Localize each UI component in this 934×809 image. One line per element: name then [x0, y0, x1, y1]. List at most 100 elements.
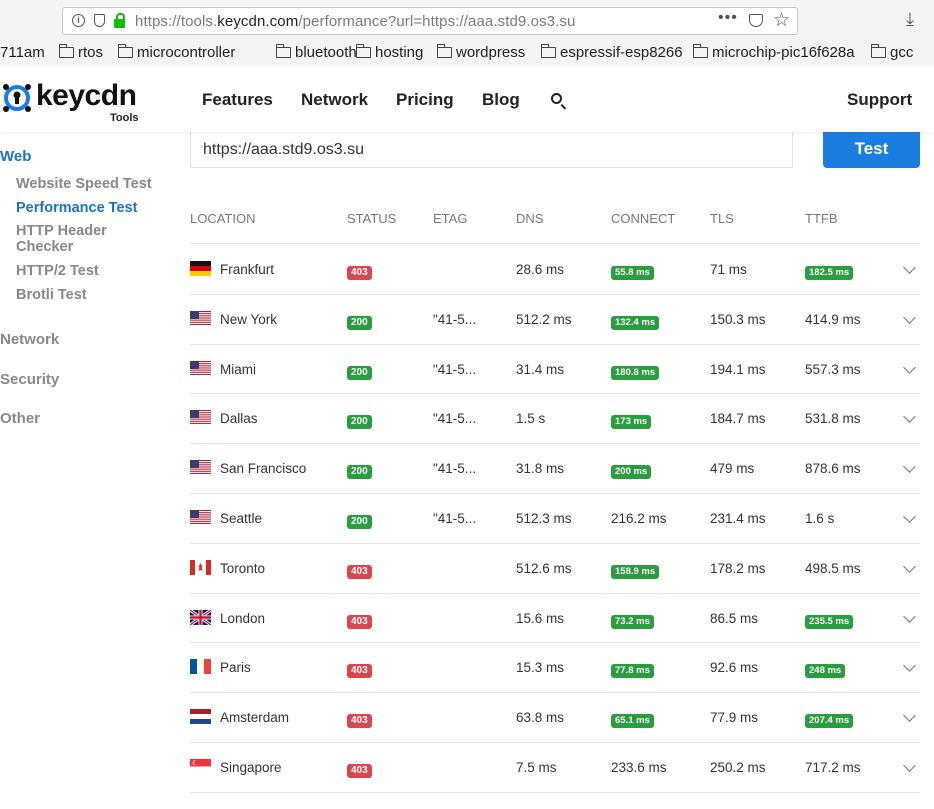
chevron-down-icon[interactable] — [903, 261, 916, 274]
search-icon[interactable] — [551, 93, 562, 104]
chevron-down-icon[interactable] — [903, 659, 916, 673]
table-divider — [190, 294, 920, 295]
connect-badge: 77.8 ms — [611, 664, 654, 679]
table-row[interactable]: San Francisco 200 "41-5... 31.8 ms 200 ms 479… — [190, 460, 920, 510]
location-cell: Amsterdam — [220, 710, 290, 726]
column-header-etag: ETAG — [433, 211, 468, 226]
sidebar-security[interactable]: Security — [0, 371, 59, 388]
star-icon[interactable]: ☆ — [773, 9, 790, 32]
chevron-down-icon[interactable] — [903, 410, 916, 424]
sidebar-other[interactable]: Other — [0, 410, 40, 427]
status-badge: 200 — [347, 465, 372, 480]
sidebar-item-brotli-test[interactable]: Brotli Test — [16, 287, 87, 303]
sidebar-web[interactable]: Web — [0, 148, 31, 165]
tls-cell: 150.3 ms — [710, 311, 766, 327]
download-icon[interactable]: ⤓ — [906, 9, 914, 30]
shield-icon[interactable] — [94, 14, 105, 27]
bookmark-item[interactable]: wordpress — [436, 44, 526, 61]
flag-sg-icon — [190, 759, 211, 774]
tls-cell: 250.2 ms — [710, 760, 766, 775]
bookmarks-bar: 711am rtos microcontroller bluetooth hosting… — [0, 41, 934, 67]
chevron-down-icon[interactable] — [903, 360, 916, 374]
bookmark-item[interactable]: bluetooth — [275, 44, 357, 61]
bookmark-label: gcc — [890, 44, 914, 61]
sidebar-item-performance-test[interactable]: Performance Test — [16, 200, 137, 216]
ttfb-cell: 878.6 ms — [805, 461, 861, 477]
folder-icon — [58, 44, 74, 58]
nav-network[interactable]: Network — [301, 90, 368, 110]
address-text[interactable]: https://tools.keycdn.com/performance?url… — [135, 13, 575, 30]
bookmark-item[interactable]: 711am — [0, 44, 45, 61]
chevron-down-icon[interactable] — [903, 759, 916, 772]
chevron-down-icon[interactable] — [903, 510, 916, 523]
tls-cell: 92.6 ms — [710, 660, 759, 676]
dns-cell: 31.8 ms — [516, 461, 565, 477]
flag-gb-icon — [190, 609, 211, 625]
chevron-down-icon[interactable] — [903, 559, 916, 573]
table-row[interactable]: Paris 403 15.3 ms 77.8 ms 92.6 ms 248 ms — [190, 659, 920, 709]
chevron-down-icon[interactable] — [903, 460, 916, 474]
connect-badge: 180.8 ms — [611, 365, 660, 380]
table-row[interactable]: London 403 15.6 ms 73.2 ms 86.5 ms 235.5 ms — [190, 609, 920, 660]
tls-cell: 86.5 ms — [710, 610, 759, 626]
etag-cell: "41-5... — [433, 311, 477, 327]
etag-cell: "41-5... — [433, 361, 477, 377]
table-row[interactable]: Miami 200 "41-5... 31.4 ms 180.8 ms 194.1 ms 5… — [190, 360, 920, 411]
sidebar-item-http2-test[interactable]: HTTP/2 Test — [16, 263, 99, 279]
lock-icon[interactable] — [114, 13, 125, 28]
ttfb-cell: 1.6 s — [805, 511, 835, 526]
nav-blog[interactable]: Blog — [482, 90, 520, 110]
bookmark-item[interactable]: gcc — [870, 44, 914, 61]
table-divider — [190, 642, 920, 643]
address-bar[interactable]: i https://tools.keycdn.com/performance?u… — [62, 7, 798, 35]
tls-cell: 231.4 ms — [710, 511, 766, 526]
chevron-down-icon[interactable] — [903, 609, 916, 623]
logo-wordmark[interactable]: keycdn — [36, 79, 137, 113]
sidebar-network[interactable]: Network — [0, 331, 59, 348]
location-cell: Toronto — [220, 560, 266, 576]
table-row[interactable]: Dallas 200 "41-5... 1.5 s 173 ms 184.7 ms 531.… — [190, 410, 920, 460]
bookmark-label: wordpress — [456, 44, 526, 61]
nav-features[interactable]: Features — [202, 90, 273, 110]
site-header: keycdn Tools Features Network Pricing Bl… — [0, 66, 934, 132]
ttfb-cell: 531.8 ms — [805, 411, 861, 427]
location-cell: New York — [220, 311, 278, 327]
url-input[interactable]: https://aaa.std9.os3.su — [190, 132, 793, 168]
location-cell: Paris — [220, 660, 251, 676]
bookmark-item[interactable]: microchip-pic16f628a — [692, 44, 855, 61]
location-cell: Dallas — [220, 411, 258, 427]
table-row[interactable]: Amsterdam 403 63.8 ms 65.1 ms 77.9 ms 207.4 m… — [190, 709, 920, 759]
bookmark-item[interactable]: espressif-esp8266 — [540, 44, 683, 61]
flag-nl-icon — [190, 709, 211, 725]
info-icon[interactable]: i — [72, 14, 85, 27]
chevron-down-icon[interactable] — [903, 709, 916, 723]
table-row[interactable]: Seattle 200 "41-5... 512.3 ms 216.2 ms 231.4 … — [190, 510, 920, 560]
sidebar-item-http-header-checker[interactable]: HTTP Header Checker — [16, 223, 126, 255]
bookmark-item[interactable]: hosting — [355, 44, 423, 61]
nav-pricing[interactable]: Pricing — [396, 90, 454, 110]
bookmark-item[interactable]: rtos — [58, 44, 103, 61]
nav-support[interactable]: Support — [847, 90, 912, 110]
keycdn-logo-icon[interactable] — [2, 83, 32, 113]
url-prefix: https://tools. — [135, 13, 218, 30]
pocket-icon[interactable] — [749, 14, 763, 27]
dns-cell: 1.5 s — [516, 411, 546, 427]
ttfb-badge: 248 ms — [805, 664, 846, 679]
bookmark-item[interactable]: microcontroller — [117, 44, 235, 61]
connect-badge: 200 ms — [611, 465, 652, 480]
table-row[interactable]: Toronto 403 512.6 ms 158.9 ms 178.2 ms 498.5 … — [190, 559, 920, 610]
table-row[interactable]: Singapore 403 7.5 ms 233.6 ms 250.2 ms 717.2 … — [190, 759, 920, 809]
test-button[interactable]: Test — [823, 132, 920, 168]
connect-badge: 55.8 ms — [611, 266, 654, 280]
chevron-down-icon[interactable] — [903, 310, 916, 324]
ttfb-cell: 717.2 ms — [805, 760, 861, 775]
table-row[interactable]: New York 200 "41-5... 512.2 ms 132.4 ms 150.3… — [190, 310, 920, 361]
sidebar-item-website-speed-test[interactable]: Website Speed Test — [16, 176, 152, 192]
bookmark-label: microchip-pic16f628a — [712, 44, 855, 61]
connect-badge: 73.2 ms — [611, 614, 654, 629]
dns-cell: 512.3 ms — [516, 511, 572, 526]
tls-cell: 178.2 ms — [710, 560, 766, 576]
table-row[interactable]: Frankfurt 403 28.6 ms 55.8 ms 71 ms 182.5 ms — [190, 261, 920, 311]
more-actions-icon[interactable]: ••• — [718, 9, 738, 27]
connect-badge: 158.9 ms — [611, 564, 660, 579]
